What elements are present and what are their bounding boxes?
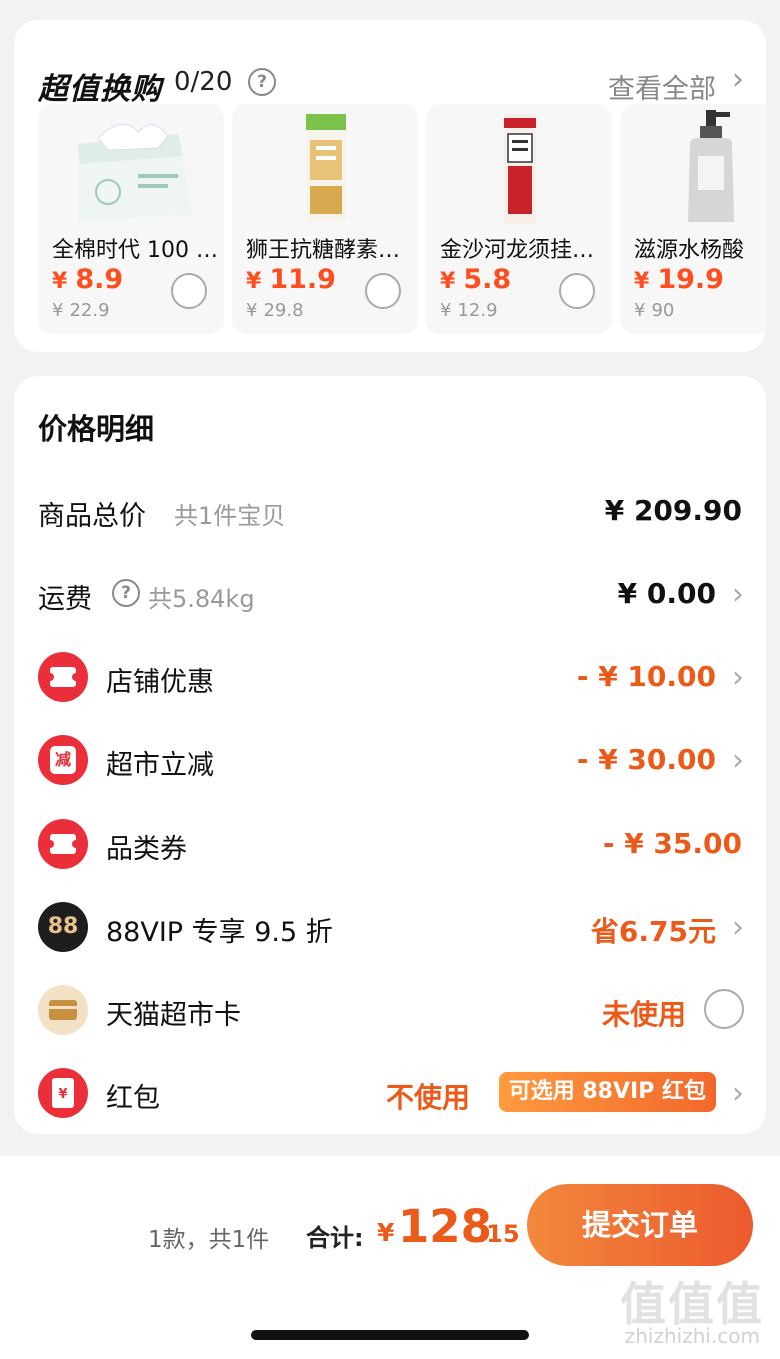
- product-select-radio[interactable]: [365, 273, 401, 309]
- goods-total-value: ¥ 209.90: [604, 494, 742, 527]
- exchange-product-card[interactable]: 金沙河龙须挂… ¥5.8 ¥12.9: [426, 104, 612, 334]
- product-name: 金沙河龙须挂…: [440, 238, 595, 263]
- vip-red-packet-tag[interactable]: 可选用 88VIP 红包: [498, 1072, 716, 1112]
- ticket-icon: [38, 652, 88, 702]
- total-label: 合计:: [306, 1224, 364, 1252]
- tissue-box-image: [38, 104, 224, 230]
- view-all-link[interactable]: 查看全部: [608, 67, 716, 106]
- red-packet-label: 红包: [106, 1083, 160, 1114]
- product-name: 滋源水杨酸: [634, 238, 745, 263]
- jar-icon: 减: [38, 735, 88, 785]
- goods-total-row: 商品总价 共1件宝贝 ¥ 209.90: [14, 480, 766, 540]
- chevron-right-icon[interactable]: ›: [732, 65, 744, 95]
- product-price: ¥19.9: [634, 264, 724, 295]
- category-coupon-row: 品类券 - ¥ 35.00: [14, 813, 766, 873]
- product-original-price: ¥12.9: [440, 300, 498, 321]
- exchange-card: 超值换购 0/20 ? 查看全部 › 全棉时代 100 … ¥8.9 ¥22.9: [14, 20, 766, 352]
- vip-discount-label: 88VIP 专享 9.5 折: [106, 917, 333, 948]
- shampoo-bottle-image: [620, 104, 766, 230]
- chevron-right-icon[interactable]: ›: [732, 743, 744, 778]
- market-card-row[interactable]: 天猫超市卡 未使用: [14, 979, 766, 1039]
- market-cut-row[interactable]: 减 超市立减 - ¥ 30.00 ›: [14, 729, 766, 789]
- total-decimal: .15: [477, 1220, 520, 1248]
- product-price: ¥11.9: [246, 264, 336, 295]
- toothpaste-image: [232, 104, 418, 230]
- product-price: ¥5.8: [440, 264, 512, 295]
- product-name: 全棉时代 100 …: [52, 238, 218, 263]
- watermark: 值值值 zhizhizhi.com: [614, 1268, 764, 1354]
- shipping-label: 运费: [38, 584, 92, 615]
- goods-count: 共1件宝贝: [174, 502, 286, 530]
- vip-discount-value: 省6.75元: [590, 915, 716, 948]
- shop-discount-label: 店铺优惠: [106, 667, 214, 698]
- red-packet-icon: ¥: [38, 1068, 88, 1118]
- category-coupon-label: 品类券: [106, 834, 187, 865]
- product-name: 狮王抗糖酵素…: [246, 238, 401, 263]
- exchange-product-card[interactable]: 全棉时代 100 … ¥8.9 ¥22.9: [38, 104, 224, 334]
- market-card-status: 未使用: [601, 998, 686, 1031]
- card-icon: [38, 985, 88, 1035]
- vip88-icon: 88: [38, 902, 88, 952]
- shop-discount-row[interactable]: 店铺优惠 - ¥ 10.00 ›: [14, 646, 766, 706]
- home-indicator[interactable]: [251, 1330, 529, 1340]
- product-original-price: ¥29.8: [246, 300, 304, 321]
- product-price: ¥8.9: [52, 264, 124, 295]
- noodle-pack-image: [426, 104, 612, 230]
- shop-discount-value: - ¥ 10.00: [576, 660, 716, 693]
- price-detail-card: 价格明细 商品总价 共1件宝贝 ¥ 209.90 运费 ? 共5.84kg ¥ …: [14, 376, 766, 1134]
- product-select-radio[interactable]: [171, 273, 207, 309]
- exchange-title: 超值换购: [38, 72, 162, 107]
- category-coupon-value: - ¥ 35.00: [602, 827, 742, 860]
- chevron-right-icon[interactable]: ›: [732, 577, 744, 612]
- exchange-product-card[interactable]: 滋源水杨酸 ¥19.9 ¥90: [620, 104, 766, 334]
- ticket-icon: [38, 819, 88, 869]
- submit-order-button[interactable]: 提交订单: [527, 1184, 753, 1266]
- exchange-product-list: 全棉时代 100 … ¥8.9 ¥22.9 狮王抗糖酵素… ¥11.9 ¥29.…: [38, 104, 766, 334]
- product-select-radio[interactable]: [559, 273, 595, 309]
- price-detail-title: 价格明细: [38, 412, 155, 446]
- market-cut-label: 超市立减: [106, 750, 214, 781]
- market-cut-value: - ¥ 30.00: [576, 743, 716, 776]
- chevron-right-icon[interactable]: ›: [732, 910, 744, 945]
- red-packet-row[interactable]: ¥ 红包 不使用 可选用 88VIP 红包 ›: [14, 1062, 766, 1122]
- item-count: 1款，共1件: [148, 1227, 270, 1253]
- help-icon[interactable]: ?: [112, 579, 140, 607]
- market-card-radio[interactable]: [704, 989, 744, 1029]
- vip-discount-row[interactable]: 88 88VIP 专享 9.5 折 省6.75元 ›: [14, 896, 766, 956]
- product-original-price: ¥90: [634, 300, 675, 321]
- watermark-url: zhizhizhi.com: [624, 1324, 760, 1348]
- market-card-label: 天猫超市卡: [106, 1000, 241, 1031]
- shipping-value: ¥ 0.00: [617, 577, 716, 610]
- help-icon[interactable]: ?: [248, 68, 276, 96]
- chevron-right-icon[interactable]: ›: [732, 1076, 744, 1111]
- shipping-weight: 共5.84kg: [148, 585, 255, 613]
- product-original-price: ¥22.9: [52, 300, 110, 321]
- chevron-right-icon[interactable]: ›: [732, 660, 744, 695]
- red-packet-status: 不使用: [385, 1081, 470, 1114]
- goods-total-label: 商品总价: [38, 501, 146, 532]
- exchange-product-card[interactable]: 狮王抗糖酵素… ¥11.9 ¥29.8: [232, 104, 418, 334]
- exchange-count: 0/20: [174, 67, 233, 97]
- shipping-row[interactable]: 运费 ? 共5.84kg ¥ 0.00 ›: [14, 563, 766, 623]
- total-currency: ¥: [377, 1218, 395, 1247]
